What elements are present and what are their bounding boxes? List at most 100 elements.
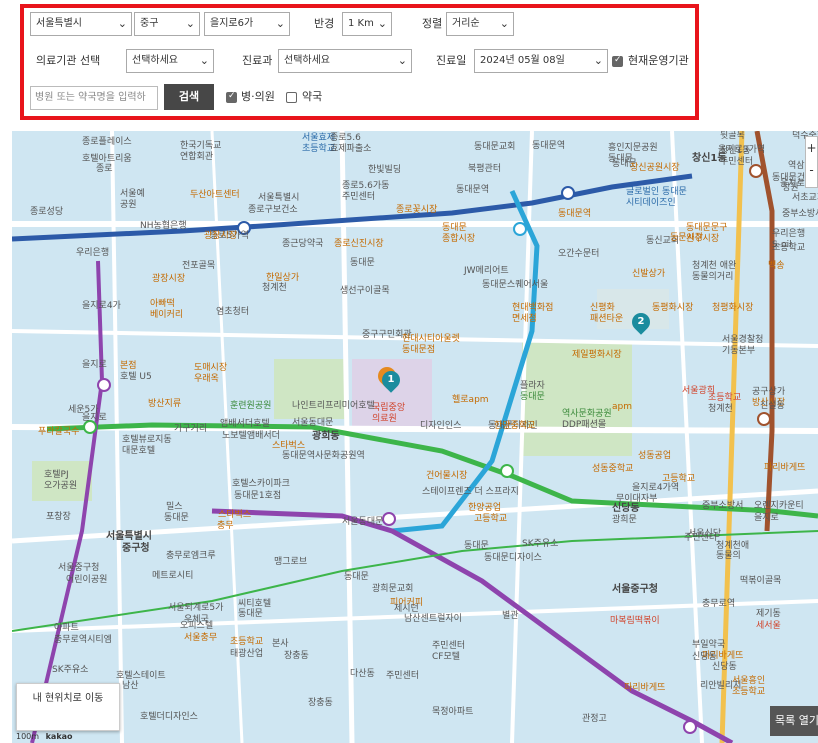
map-label: 아파트 <box>54 623 79 633</box>
map-label: 뒷골목 <box>720 131 745 141</box>
locate-me-button[interactable]: 내 현위치로 이동 <box>16 683 120 731</box>
station-dot <box>500 464 514 478</box>
map-label: 의료원 <box>372 414 397 424</box>
map-label: SK주유소 <box>52 665 89 675</box>
map-label: 주민센터 <box>432 641 466 651</box>
map-label: 목정아파트 <box>432 707 474 717</box>
sort-select[interactable]: 거리순 ⌄ <box>446 12 514 36</box>
open-now-checkbox[interactable] <box>612 55 623 67</box>
map-view[interactable]: 종로플레이스 한국기독교 연합회관 호텔아트리움 종로 서울예 공원 종로성당 두산아트센터 서울… <box>12 131 818 743</box>
map-label: 초등학교 <box>230 637 264 647</box>
map-label: 동대문점 <box>402 345 436 355</box>
map-label: 종로5.6가동 <box>342 181 390 191</box>
map-label: 초등학교 <box>772 243 806 253</box>
station-dot <box>513 222 527 236</box>
chevron-down-icon: ⌄ <box>275 17 285 30</box>
map-label: 대문호텔 <box>122 446 156 456</box>
station-dot <box>97 378 111 392</box>
map-label: 종로성당 <box>30 207 64 217</box>
map-label: 세서울 <box>756 621 781 631</box>
map-label: 한빛빌딩 <box>368 165 402 175</box>
map-label: 본사 <box>272 639 289 649</box>
radius-select-value: 1 Km <box>348 18 374 29</box>
district-select[interactable]: 중구 ⌄ <box>134 12 200 36</box>
map-label: 면세점 <box>512 314 537 324</box>
map-label: 광장시장 <box>152 274 186 284</box>
open-now-label: 현재운영기관 <box>628 54 689 67</box>
map-label: 청계천 <box>262 283 287 293</box>
date-select[interactable]: 2024년 05월 08일 ⌄ <box>474 49 608 73</box>
map-label: 나인트리프리미어호텔 <box>292 401 375 411</box>
map-label: 파리바게뜨 <box>764 463 806 473</box>
map-label: 을지로 <box>754 513 779 523</box>
map-label: 본점 <box>120 361 137 371</box>
neighborhood-select[interactable]: 을지로6가 ⌄ <box>204 12 290 36</box>
zoom-in-button[interactable]: + <box>806 137 817 159</box>
radius-label: 반경 <box>314 17 335 30</box>
map-label: 광장시장 <box>204 231 238 241</box>
map-label: 태광산업 <box>230 649 264 659</box>
map-label: 동대문 <box>464 541 489 551</box>
map-label: 역사문화공원 <box>562 409 612 419</box>
map-label: 파리바게뜨 <box>624 683 666 693</box>
map-label: 건어물시장 <box>426 471 468 481</box>
map-label: 디자인인스 <box>420 421 462 431</box>
map-label: 동물의거리 <box>692 272 734 282</box>
map-marker-1[interactable]: 1 <box>378 367 404 393</box>
map-label: 호텔더디자인스 <box>140 712 198 722</box>
map-label: 우리은행 <box>76 248 110 258</box>
map-label: 고등학교 <box>474 514 508 524</box>
chevron-down-icon: ⌄ <box>593 54 603 67</box>
hospital-checkbox[interactable] <box>226 91 237 103</box>
map-label: 중구청 <box>122 543 150 554</box>
map-label: 신발상가 <box>632 269 666 279</box>
department-select[interactable]: 선택하세요 ⌄ <box>278 49 412 73</box>
radius-select[interactable]: 1 Km ⌄ <box>342 12 392 36</box>
search-button[interactable]: 검색 <box>164 84 214 110</box>
department-select-value: 선택하세요 <box>284 55 330 66</box>
map-label: 청계천 <box>708 404 733 414</box>
map-label: 동대문역 <box>456 185 490 195</box>
map-label: 오가공원 <box>44 481 78 491</box>
map-label: 광희문 <box>612 515 637 525</box>
map-label: 종로구보건소 <box>248 205 298 215</box>
zoom-out-button[interactable]: - <box>806 159 817 181</box>
map-label: 을지로 <box>780 179 805 189</box>
map-marker-2[interactable]: 2 <box>628 309 654 335</box>
map-label: 우리은행 <box>772 229 806 239</box>
map-label: 시티데이즈인 <box>626 198 676 208</box>
search-input[interactable]: 병원 또는 약국명을 입력하 <box>30 86 158 110</box>
map-label: 주민센터 <box>720 157 754 167</box>
pharmacy-checkbox[interactable] <box>286 92 297 103</box>
city-select[interactable]: 서울특별시 ⌄ <box>30 12 132 36</box>
map-label: 동평화시장 <box>652 303 694 313</box>
map-label: 주민센터 <box>386 671 420 681</box>
map-label: 서울예 <box>120 189 145 199</box>
map-label: 염초청터 <box>216 307 250 317</box>
map-label: 공구상가 <box>752 387 786 397</box>
map-label: 서울중구청 <box>612 584 658 595</box>
map-label: 제일평화시장 <box>572 350 622 360</box>
map-label: 훈련원공원 <box>230 401 272 411</box>
map-label: 리안빌리지 <box>700 681 742 691</box>
open-list-button[interactable]: 목록 열기 <box>770 706 818 736</box>
map-label: 스타벅스 <box>218 510 252 520</box>
map-label: 북평관터 <box>468 164 502 174</box>
map-label: 초등학교 <box>708 393 742 403</box>
map-label: 생선구이골목 <box>340 286 390 296</box>
zoom-control[interactable]: + - <box>805 136 818 188</box>
map-label: 동대문스퀘어서울 <box>482 280 549 290</box>
map-label: 호텔PJ <box>44 470 69 480</box>
map-label: 한양중학교 <box>494 421 536 431</box>
institution-select[interactable]: 선택하세요 ⌄ <box>126 49 214 73</box>
map-label: 주민센터 <box>342 192 376 202</box>
map-label: 현대백화점 <box>512 303 554 313</box>
map-label: 서울신당 <box>688 529 722 539</box>
map-label: 충무 <box>217 521 234 531</box>
map-label: 효제파출소 <box>330 144 372 154</box>
map-label: 광희동 <box>312 431 340 442</box>
map-label: 한양공업 <box>468 503 502 513</box>
map-label: 을지로3가역 <box>718 145 766 155</box>
institution-select-value: 선택하세요 <box>132 55 178 66</box>
station-dot <box>561 186 575 200</box>
